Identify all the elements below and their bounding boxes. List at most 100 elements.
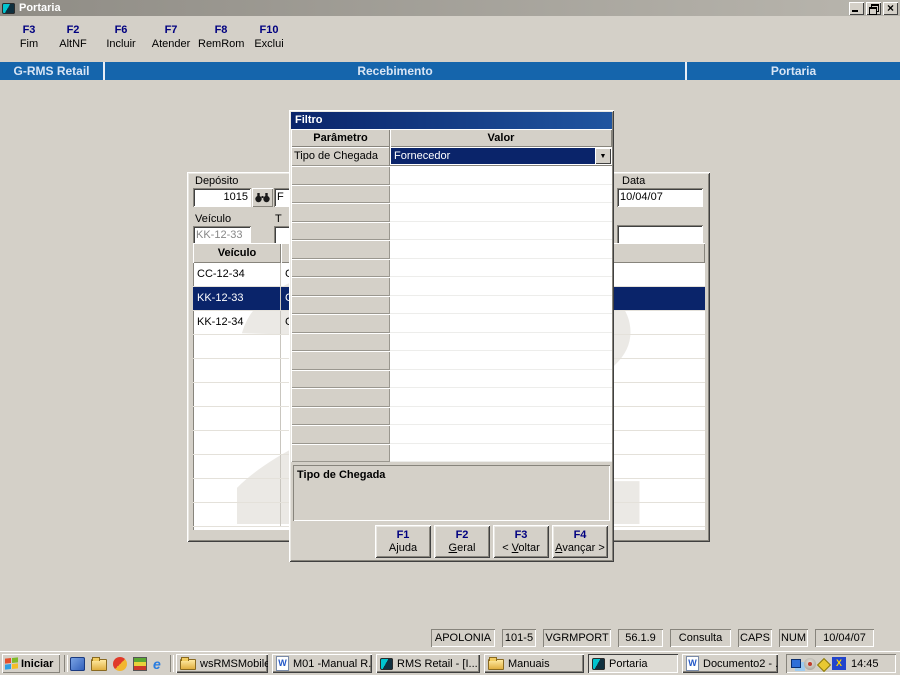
button-label: < Voltar — [493, 542, 549, 555]
dropdown-arrow-icon[interactable] — [595, 148, 611, 164]
restore-icon[interactable] — [866, 1, 881, 15]
rms-icon — [592, 657, 605, 670]
value-cell: Fornecedor — [389, 147, 612, 166]
fkey-label: F3 — [514, 529, 528, 541]
word-icon — [686, 656, 699, 671]
vehicle-cell — [193, 359, 281, 382]
toolbar-item-altnf[interactable]: F2 AltNF — [50, 23, 96, 52]
task-m01-manual-r[interactable]: M01 -Manual R... — [272, 654, 372, 673]
fkey-label: F6 — [114, 24, 128, 36]
tray-icons — [791, 657, 846, 672]
vehicle-cell: CC-12-34 — [193, 263, 281, 286]
label-mnemonic: G — [448, 542, 458, 554]
x30-icon[interactable] — [832, 657, 846, 670]
close-icon[interactable] — [883, 1, 898, 15]
task-portaria[interactable]: Portaria — [588, 654, 678, 673]
media-icon[interactable] — [113, 656, 127, 671]
fkey-label: F4 — [573, 529, 587, 541]
toolbar-item-incluir[interactable]: F6 Incluir — [98, 23, 144, 52]
ie-icon[interactable] — [153, 657, 168, 671]
label-post: vançar > — [562, 542, 605, 554]
empty-param-cell — [291, 443, 390, 462]
empty-value-cell — [390, 277, 612, 296]
start-button[interactable]: Iniciar — [2, 654, 60, 673]
agent-icon[interactable] — [804, 657, 816, 670]
empty-param-cell — [291, 369, 390, 388]
status-panel: Consulta — [670, 629, 731, 647]
task-rms-retail-i[interactable]: RMS Retail - [I... — [376, 654, 480, 673]
empty-param-cell — [291, 406, 390, 425]
status-panel: CAPS — [738, 629, 772, 647]
deposito-input[interactable]: 1015 — [193, 188, 251, 207]
toolbar-item-remrom[interactable]: F8 RemRom — [198, 23, 244, 52]
truncated-label-mid: T — [275, 213, 282, 225]
button-f2[interactable]: F2 Geral — [434, 525, 490, 558]
filter-empty-row — [291, 351, 612, 370]
empty-param-cell — [291, 332, 390, 351]
taskbar-separator — [170, 655, 174, 672]
parameter-description-box: Tipo de Chegada — [293, 465, 610, 521]
fkey-label: F2 — [66, 24, 80, 36]
empty-value-cell — [390, 314, 612, 333]
toolbar-item-fim[interactable]: F3 Fim — [6, 23, 52, 52]
task-label: Portaria — [609, 657, 648, 670]
button-f3[interactable]: F3 < Voltar — [493, 525, 549, 558]
fkey-label: F3 — [22, 24, 36, 36]
function-key-toolbar: F3 Fim F2 AltNF F6 Incluir F7 Atender F8 RemRom F1… — [0, 16, 900, 62]
column-header-veiculo[interactable]: Veículo — [193, 243, 281, 263]
windows-logo-icon — [5, 657, 18, 670]
vehicle-cell — [193, 407, 281, 430]
filter-table-header: Parâmetro Valor — [291, 129, 612, 147]
vehicle-cell — [193, 383, 281, 406]
label-post: oltar — [518, 542, 540, 554]
task-documento2[interactable]: Documento2 - ... — [682, 654, 778, 673]
task-buttons: wsRMSMobile M01 -Manual R... RMS Retail - … — [176, 654, 778, 673]
task-label: M01 -Manual R... — [293, 657, 372, 670]
button-label: Geral — [434, 542, 490, 555]
data-label: Data — [622, 175, 646, 187]
system-tray: 14:45 — [786, 654, 896, 673]
status-panel: NUM — [779, 629, 808, 647]
button-f4[interactable]: F4 Avançar > — [552, 525, 608, 558]
toolbar-item-atender[interactable]: F7 Atender — [148, 23, 194, 52]
filter-rows: Tipo de Chegada Fornecedor — [291, 147, 612, 462]
module-banner: G-RMS Retail Recebimento Portaria — [0, 62, 900, 80]
right-field[interactable] — [617, 225, 703, 244]
vehicle-cell — [193, 455, 281, 478]
empty-value-cell — [390, 351, 612, 370]
folder-icon[interactable] — [91, 657, 107, 671]
taskbar: Iniciar wsRMSMobile M01 -Manual R... RMS R… — [0, 651, 900, 675]
search-button[interactable] — [252, 188, 273, 207]
button-f1[interactable]: F1 Ajuda — [375, 525, 431, 558]
taskbar-separator — [64, 655, 68, 672]
task-manuais[interactable]: Manuais — [484, 654, 584, 673]
dialog-titlebar[interactable]: Filtro — [291, 112, 612, 129]
command-label: AltNF — [59, 38, 87, 50]
quick-launch-bar — [70, 655, 168, 672]
empty-param-cell — [291, 388, 390, 407]
outlook-icon[interactable] — [70, 656, 85, 671]
vehicle-cell: KK-12-34 — [193, 311, 281, 334]
filter-empty-row — [291, 314, 612, 333]
minimize-icon[interactable] — [849, 1, 864, 15]
toolbar-item-exclui[interactable]: F10 Exclui — [246, 23, 292, 52]
pencil-icon[interactable] — [816, 657, 832, 672]
network-icon[interactable] — [791, 659, 801, 668]
task-wsrmsmobile[interactable]: wsRMSMobile — [176, 654, 268, 673]
dialog-button-bar: F1 Ajuda F2 Geral F3 < Voltar F4 Avançar > — [289, 525, 614, 559]
filter-empty-row — [291, 203, 612, 222]
tipo-chegada-dropdown[interactable]: Fornecedor — [389, 147, 612, 166]
command-label: Incluir — [106, 38, 136, 50]
empty-param-cell — [291, 221, 390, 240]
status-panel: 10/04/07 — [815, 629, 874, 647]
empty-value-cell — [390, 166, 612, 185]
vehicle-cell — [193, 479, 281, 502]
task-label: RMS Retail - [I... — [397, 657, 478, 670]
banner-product: G-RMS Retail — [13, 64, 90, 78]
filter-empty-row — [291, 221, 612, 240]
desktop-icon[interactable] — [133, 656, 147, 671]
window-titlebar: Portaria — [0, 0, 900, 16]
data-input[interactable]: 10/04/07 — [617, 188, 703, 207]
button-label: Ajuda — [375, 542, 431, 555]
empty-value-cell — [390, 221, 612, 240]
